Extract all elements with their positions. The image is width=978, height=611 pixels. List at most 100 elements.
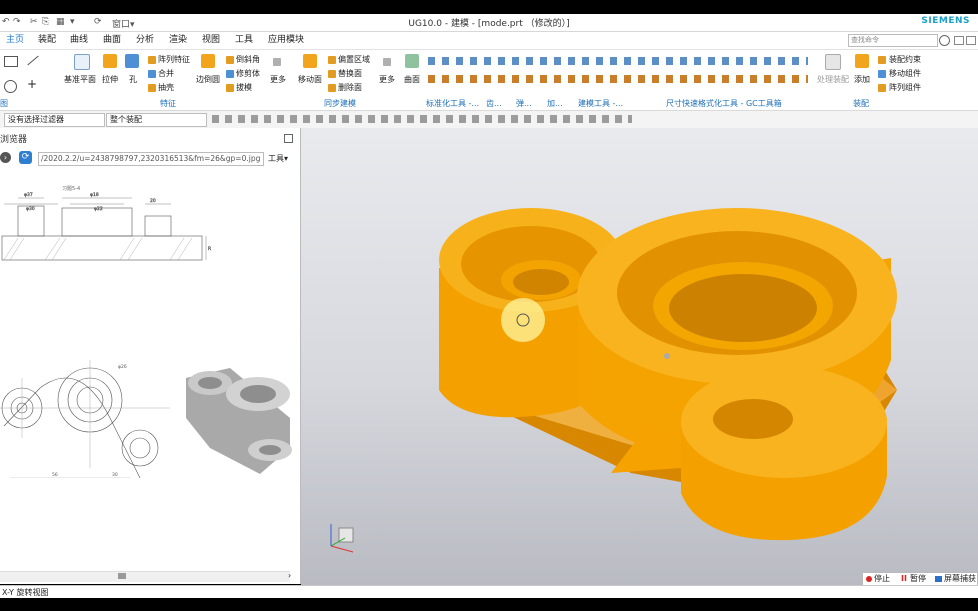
modeling-tools-group-label: 建模工具 -... [578, 99, 624, 108]
add-component-button[interactable]: 添加 [854, 74, 870, 85]
pattern-feature-icon[interactable] [148, 56, 156, 64]
maximize-panel-icon[interactable] [284, 134, 293, 143]
stop-icon[interactable] [866, 576, 872, 582]
command-search-input[interactable]: 查找命令 [848, 34, 938, 47]
status-text: X-Y 旋转视图 [2, 588, 49, 597]
trim-body-icon[interactable] [226, 70, 234, 78]
offset-region-icon[interactable] [328, 56, 336, 64]
array-component-button[interactable]: 阵列组件 [889, 82, 921, 93]
extrude-icon[interactable] [103, 54, 117, 68]
datum-plane-icon[interactable] [74, 54, 90, 70]
selection-toolbar: 没有选择过滤器 整个装配 [0, 110, 978, 129]
right-boss-section [144, 215, 172, 237]
more-feature-icon[interactable] [273, 58, 281, 66]
assembly-constraint-button[interactable]: 装配约束 [889, 54, 921, 65]
restore-icon[interactable] [966, 36, 976, 45]
refresh-icon[interactable]: ⟳ [19, 151, 32, 164]
shell-icon[interactable] [148, 84, 156, 92]
existing-component-icon[interactable] [825, 54, 841, 70]
delete-face-button[interactable]: 删除面 [338, 82, 362, 93]
tab-view[interactable]: 视图 [198, 32, 224, 49]
move-face-button[interactable]: 移动面 [298, 74, 322, 85]
dim-label-5: 20 [150, 198, 156, 204]
pattern-feature-button[interactable]: 阵列特征 [158, 54, 190, 65]
draft-button[interactable]: 拔模 [236, 82, 252, 93]
pause-button[interactable]: 暂停 [910, 573, 926, 584]
help-icon[interactable] [954, 36, 964, 45]
shell-button[interactable]: 抽壳 [158, 82, 174, 93]
view-triad [330, 524, 354, 553]
main-boss-section [61, 207, 133, 237]
add-component-icon[interactable] [855, 54, 869, 68]
stop-button[interactable]: 停止 [874, 573, 890, 584]
tab-applications[interactable]: 应用模块 [264, 32, 308, 49]
edge-blend-button[interactable]: 边倒圆 [196, 74, 220, 85]
toolbox-row-2-icons[interactable] [428, 75, 808, 83]
more-sync-icon[interactable] [383, 58, 391, 66]
scrollbar-thumb[interactable] [118, 573, 126, 579]
trim-body-button[interactable]: 修剪体 [236, 68, 260, 79]
assembly-constraint-icon[interactable] [878, 56, 886, 64]
tab-render[interactable]: 渲染 [165, 32, 191, 49]
tab-curve[interactable]: 曲线 [66, 32, 92, 49]
chamfer-icon[interactable] [226, 56, 234, 64]
toolbox-row-1-icons[interactable] [428, 57, 808, 65]
browser-panel: 浏览器 › ⟳ /2020.2.2/u=2438798797,232031651… [0, 128, 301, 584]
sketch-group-label: 图 [0, 99, 8, 108]
feature-group-label: 特征 [160, 99, 176, 108]
screen-capture-button[interactable]: 屏幕捕获 [944, 573, 976, 584]
search-icon[interactable] [939, 35, 950, 46]
horizontal-scrollbar[interactable] [0, 571, 290, 582]
plan-view [1, 367, 159, 478]
part-model[interactable] [301, 128, 978, 585]
dim-label-4: φ22 [94, 206, 103, 212]
hole-icon[interactable] [125, 54, 139, 68]
extrude-button[interactable]: 拉伸 [102, 74, 118, 85]
tab-surface[interactable]: 曲面 [99, 32, 125, 49]
more-feature-button[interactable]: 更多 [270, 74, 286, 85]
screen-capture-icon[interactable] [935, 576, 942, 582]
reference-drawing: 习题5-4 φ37 φ30 φ18 φ22 20 R φ26 56 30 [0, 186, 292, 478]
selection-filter-select[interactable]: 没有选择过滤器 [4, 113, 105, 127]
draft-icon[interactable] [226, 84, 234, 92]
surface-icon[interactable] [405, 54, 419, 68]
more-sync-button[interactable]: 更多 [379, 74, 395, 85]
dim-label-9: 30 [112, 472, 118, 478]
line-icon[interactable] [27, 55, 39, 66]
tab-analysis[interactable]: 分析 [132, 32, 158, 49]
siemens-logo: SIEMENS [921, 16, 970, 26]
point-icon[interactable]: + [27, 77, 37, 91]
browser-tools-menu[interactable]: 工具▾ [268, 153, 288, 164]
scroll-right-icon[interactable]: › [288, 571, 291, 580]
edge-blend-icon[interactable] [201, 54, 215, 68]
snap-tools-icons[interactable] [212, 115, 632, 123]
move-component-icon[interactable] [878, 70, 886, 78]
dim-label-6: R [208, 246, 211, 252]
move-face-icon[interactable] [303, 54, 317, 68]
move-component-button[interactable]: 移动组件 [889, 68, 921, 79]
chamfer-button[interactable]: 倒斜角 [236, 54, 260, 65]
tab-tools[interactable]: 工具 [231, 32, 257, 49]
browser-url-input[interactable]: /2020.2.2/u=2438798797,2320316513&fm=26&… [38, 152, 264, 166]
unite-button[interactable]: 合并 [158, 68, 174, 79]
existing-component-button[interactable]: 处理装配 [817, 74, 849, 85]
graphics-viewport[interactable]: 停止 II 暂停 屏幕捕获 [301, 128, 978, 585]
pause-icon[interactable]: II [901, 573, 907, 584]
rectangle-icon[interactable] [4, 56, 18, 67]
replace-face-icon[interactable] [328, 70, 336, 78]
std-group-label: 标准化工具 -... [426, 99, 480, 108]
dim-label-2: φ30 [26, 206, 35, 212]
tab-assembly[interactable]: 装配 [34, 32, 60, 49]
selection-scope-select[interactable]: 整个装配 [106, 113, 207, 127]
circle-icon[interactable] [4, 80, 17, 93]
left-boss-hole [513, 269, 569, 295]
delete-face-icon[interactable] [328, 84, 336, 92]
surface-button[interactable]: 曲面 [404, 74, 420, 85]
datum-plane-button[interactable]: 基准平面 [64, 74, 96, 85]
replace-face-button[interactable]: 替换面 [338, 68, 362, 79]
hole-button[interactable]: 孔 [129, 74, 137, 85]
offset-region-button[interactable]: 偏置区域 [338, 54, 370, 65]
forward-icon[interactable]: › [0, 152, 11, 163]
array-component-icon[interactable] [878, 84, 886, 92]
unite-icon[interactable] [148, 70, 156, 78]
